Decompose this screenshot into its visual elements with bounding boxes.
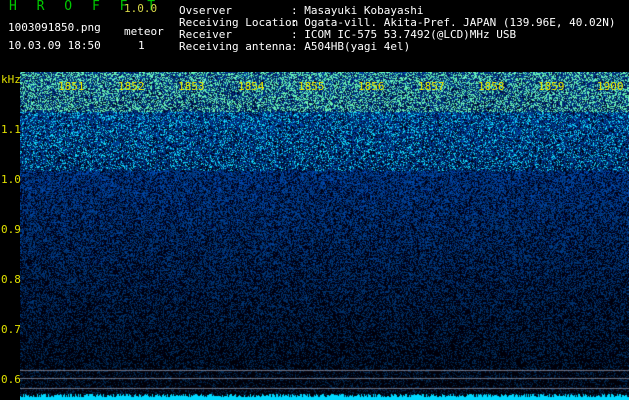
x-tick-label: 1853	[178, 80, 205, 93]
x-tick-label: 1856	[358, 80, 385, 93]
antenna-label: Receiving antenna	[179, 40, 292, 53]
x-tick-label: 1855	[298, 80, 325, 93]
capture-datetime: 10.03.09 18:50	[8, 39, 101, 52]
image-filename: 1003091850.png	[8, 21, 101, 34]
x-tick-label: 1900	[597, 80, 624, 93]
y-tick-label: 0.7	[1, 323, 21, 336]
y-tick-label: 0.9	[1, 223, 21, 236]
y-tick-label: 1.0	[1, 173, 21, 186]
x-tick-label: 1858	[478, 80, 505, 93]
y-tick-label: 0.6	[1, 373, 21, 386]
y-tick-label: 0.8	[1, 273, 21, 286]
header-panel: H R O F F T 1.0.0 1003091850.png meteor …	[0, 0, 629, 72]
x-tick-label: 1854	[238, 80, 265, 93]
y-tick-label: 1.1	[1, 123, 21, 136]
x-tick-label: 1851	[58, 80, 85, 93]
spectrogram-waterfall	[20, 72, 629, 400]
meteor-label: meteor	[124, 25, 164, 38]
x-tick-label: 1857	[418, 80, 445, 93]
x-tick-label: 1852	[118, 80, 145, 93]
y-axis-unit: kHz	[1, 73, 21, 86]
meteor-count: 1	[138, 39, 145, 52]
x-tick-label: 1859	[538, 80, 565, 93]
app-version: 1.0.0	[124, 2, 158, 15]
antenna-value: : A504HB(yagi 4el)	[291, 40, 411, 53]
